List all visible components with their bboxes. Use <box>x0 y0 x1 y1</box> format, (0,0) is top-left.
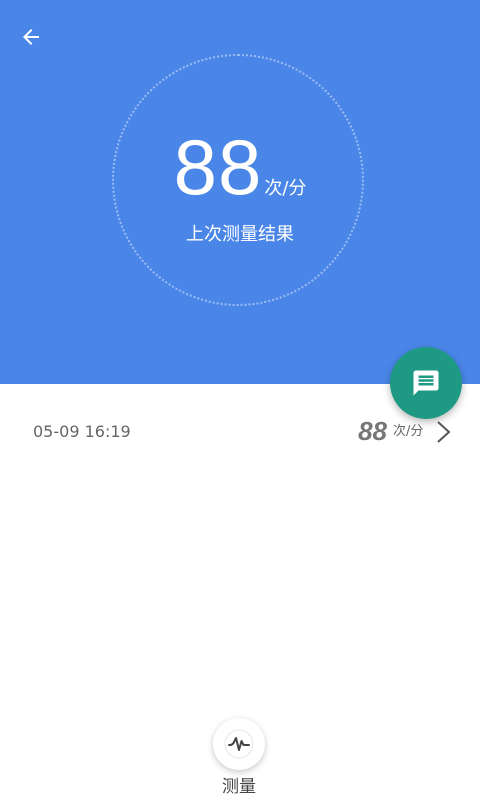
last-result-reading: 88 次/分 <box>0 128 480 206</box>
last-result-value: 88 <box>173 123 263 211</box>
record-value: 88 <box>358 416 387 446</box>
arrow-left-icon <box>23 29 39 45</box>
record-row[interactable]: 05-09 16:19 88 次/分 <box>0 406 480 458</box>
heart-rate-screen: 88 次/分 上次测量结果 05-09 16:19 88 次/分 测量 <box>0 0 480 800</box>
header-panel: 88 次/分 上次测量结果 <box>0 0 480 384</box>
message-icon <box>413 370 439 396</box>
measure-button[interactable] <box>213 718 265 770</box>
back-button[interactable] <box>14 20 48 54</box>
measure-label: 测量 <box>222 777 256 797</box>
chevron-right-icon <box>437 421 451 443</box>
last-result-label: 上次测量结果 <box>186 224 294 245</box>
last-result-unit: 次/分 <box>264 178 307 199</box>
record-time: 05-09 16:19 <box>33 422 131 441</box>
record-unit: 次/分 <box>393 424 424 439</box>
heartbeat-wave-icon <box>224 729 254 759</box>
